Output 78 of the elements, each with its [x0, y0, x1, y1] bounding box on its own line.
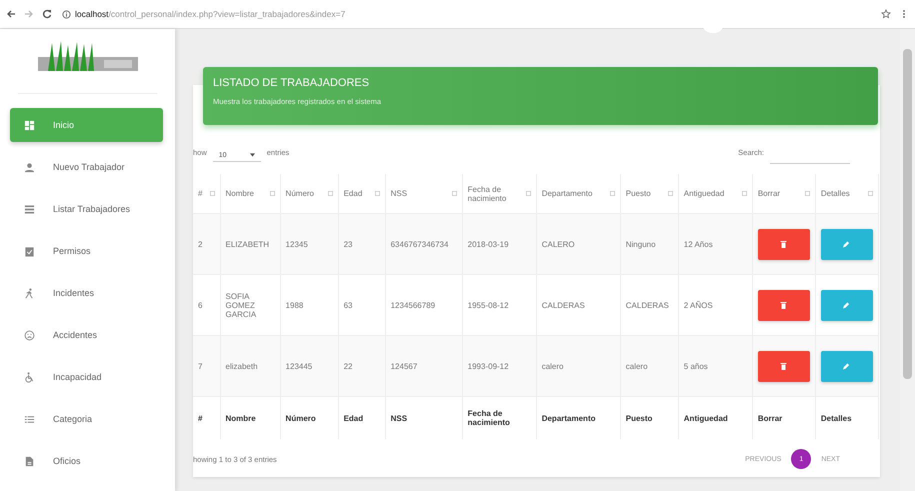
delete-button[interactable]	[758, 228, 810, 260]
table-cell: 23	[338, 214, 386, 274]
sidebar-item[interactable]: Categoria	[10, 402, 163, 436]
runner-icon	[24, 288, 35, 298]
column-footer: Detalles	[815, 396, 878, 439]
column-footer: Fecha de nacimiento	[462, 396, 536, 439]
column-footer: Puesto	[620, 396, 678, 439]
pencil-icon	[843, 240, 850, 248]
sidebar-item[interactable]: Incapacidad	[10, 360, 163, 394]
column-footer: Edad	[338, 396, 386, 439]
column-footer: #	[193, 396, 220, 439]
sad-face-icon	[24, 330, 35, 340]
table-cell: 124567	[385, 336, 462, 396]
edit-button[interactable]	[820, 350, 873, 382]
sort-icon	[742, 191, 747, 196]
person-icon	[24, 162, 35, 172]
sort-icon	[452, 191, 457, 196]
trash-icon	[780, 301, 788, 309]
table-cell: Ninguno	[620, 214, 678, 274]
table-cell: 1993-09-12	[462, 336, 536, 396]
sidebar-item[interactable]: Inicio	[10, 108, 163, 142]
sort-icon	[328, 191, 333, 196]
sort-icon	[868, 191, 873, 196]
wheelchair-icon	[24, 372, 35, 382]
trash-icon	[780, 240, 788, 248]
clipboard-icon	[24, 246, 35, 256]
caret-icon	[250, 153, 255, 157]
back-icon[interactable]	[6, 9, 16, 19]
edit-button[interactable]	[820, 290, 873, 320]
sidebar-item[interactable]: Incidentes	[10, 276, 163, 310]
pencil-icon	[843, 362, 850, 370]
star-icon[interactable]	[881, 9, 891, 19]
reload-icon[interactable]	[42, 9, 52, 19]
table-cell: 123445	[280, 336, 338, 396]
table-cell: 12345	[280, 214, 338, 274]
sort-icon	[610, 191, 615, 196]
sort-icon	[804, 191, 810, 196]
table-cell: CALERO	[536, 214, 620, 274]
pencil-icon	[843, 301, 850, 309]
edit-button[interactable]	[820, 228, 873, 260]
sidebar-item[interactable]: Permisos	[10, 234, 163, 268]
dashboard-icon	[24, 120, 35, 130]
table-cell: 2018-03-19	[462, 214, 536, 274]
forward-icon[interactable]	[24, 9, 34, 19]
sort-icon	[526, 191, 531, 196]
table-cell: 2	[193, 214, 220, 274]
sort-icon	[374, 191, 380, 196]
delete-button[interactable]	[758, 350, 810, 382]
sidebar-item[interactable]: Nuevo Trabajador	[10, 150, 163, 184]
list-icon	[24, 414, 35, 424]
sort-icon	[668, 191, 673, 196]
column-footer: Nombre	[220, 396, 280, 439]
table-cell: ELIZABETH	[220, 214, 280, 274]
table-cell: calero	[536, 336, 620, 396]
column-footer: Borrar	[752, 396, 816, 439]
column-footer: Departamento	[536, 396, 620, 439]
info-icon[interactable]	[62, 10, 71, 18]
delete-button[interactable]	[758, 290, 810, 320]
table-cell: calero	[620, 336, 678, 396]
table-cell: 6346767346734	[385, 214, 462, 274]
table-cell: 22	[338, 336, 386, 396]
column-footer: Antiguedad	[678, 396, 752, 439]
sort-icon	[210, 191, 215, 196]
sidebar-item[interactable]: Listar Trabajadores	[10, 192, 163, 226]
table-cell: 7	[193, 336, 220, 396]
trash-icon	[780, 362, 788, 370]
address-bar[interactable]: localhost/control_personal/index.php?view=listar_trabajadores&index=7	[75, 9, 346, 19]
list-icon	[24, 204, 35, 214]
table-cell: 12 Años	[678, 214, 752, 274]
sort-icon	[270, 191, 275, 196]
page-title: LISTADO DE TRABAJADORES	[213, 77, 370, 89]
column-footer: NSS	[385, 396, 462, 439]
table-cell: elizabeth	[220, 336, 280, 396]
sidebar-item[interactable]: Oficios	[10, 444, 163, 478]
sidebar-item[interactable]: Accidentes	[10, 318, 163, 352]
document-icon	[24, 456, 35, 466]
column-footer: Número	[280, 396, 338, 439]
table-cell: 5 años	[678, 336, 752, 396]
